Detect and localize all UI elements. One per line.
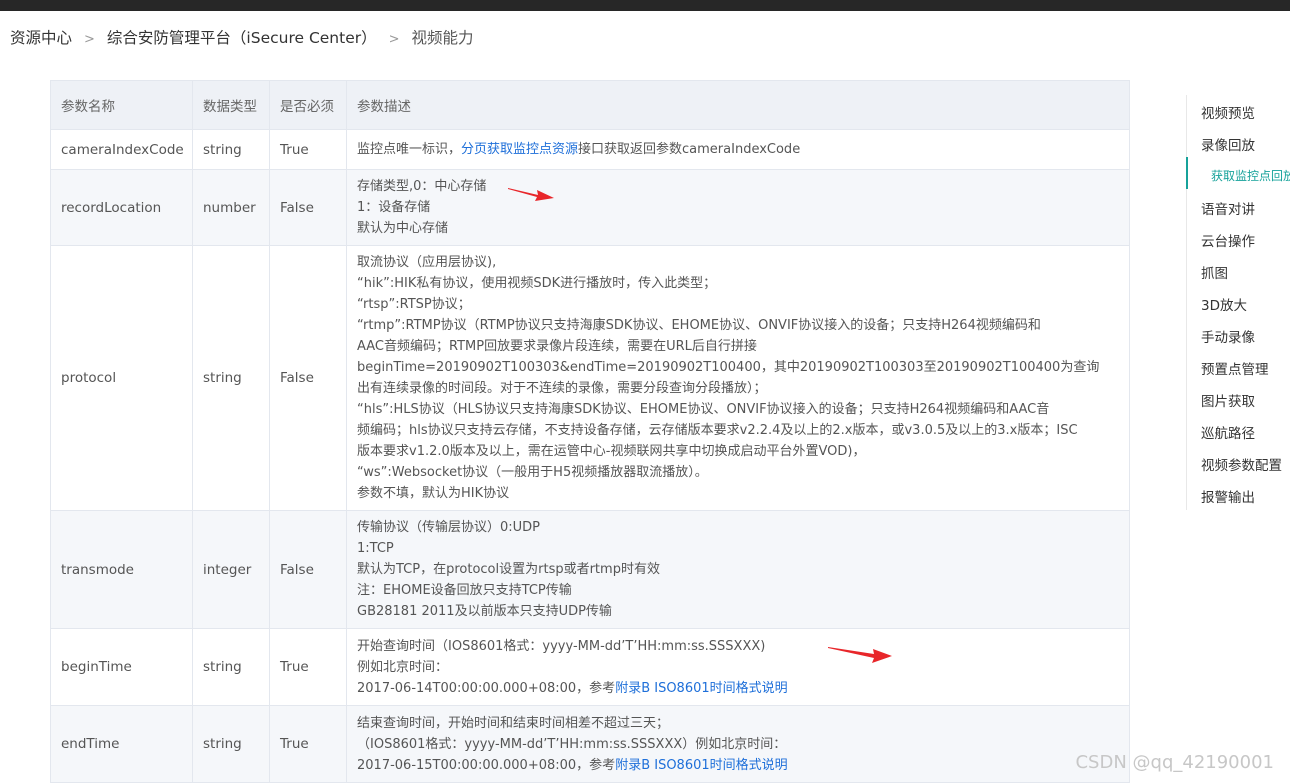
csdn-watermark: CSDN @qq_42190001 xyxy=(1075,752,1274,773)
breadcrumb-item-isecure-center[interactable]: 综合安防管理平台（iSecure Center） xyxy=(107,26,377,48)
desc-line: 取流协议（应用层协议), xyxy=(357,255,497,270)
param-description: 结束查询时间，开始时间和结束时间相差不超过三天； （IOS8601格式：yyyy… xyxy=(346,705,1130,783)
table-row: transmode integer False 传输协议（传输层协议）0:UDP… xyxy=(50,510,1130,629)
breadcrumb-separator: > xyxy=(84,32,95,47)
param-description: 存储类型,0：中心存储 1：设备存储 默认为中心存储 xyxy=(346,169,1130,246)
table-header-row: 参数名称 数据类型 是否必须 参数描述 xyxy=(50,80,1130,130)
param-type: string xyxy=(192,245,270,511)
param-name: transmode xyxy=(50,510,193,629)
param-required: True xyxy=(269,628,347,706)
param-description: 取流协议（应用层协议), “hik”:HIK私有协议，使用视频SDK进行播放时，… xyxy=(346,245,1130,511)
desc-line: （IOS8601格式：yyyy-MM-dd’T’HH:mm:ss.SSSXXX）… xyxy=(357,736,787,752)
link-appendix-b-iso8601[interactable]: 附录B ISO8601时间格式说明 xyxy=(615,681,787,696)
breadcrumb-item-resource-center[interactable]: 资源中心 xyxy=(10,26,72,48)
desc-line: 出有连续录像的时间段。对于不连续的录像，需要分段查询分段播放）； xyxy=(357,381,767,396)
desc-line: 开始查询时间（IOS8601格式：yyyy-MM-dd’T’HH:mm:ss.S… xyxy=(357,638,766,654)
param-required: False xyxy=(269,510,347,629)
table-row: beginTime string True 开始查询时间（IOS8601格式：y… xyxy=(50,628,1130,706)
sidebar-item-alarm-output[interactable]: 报警输出 xyxy=(1201,486,1255,506)
active-indicator xyxy=(1186,157,1188,189)
param-required: False xyxy=(269,169,347,246)
sidebar-nav: 视频预览 录像回放 获取监控点回放 语音对讲 云台操作 抓图 3D放大 手动录像… xyxy=(1186,95,1290,510)
param-name: recordLocation xyxy=(50,169,193,246)
desc-line: 版本要求v1.2.0版本及以上，需在运管中心-视频联网共享中切换成启动平台外置V… xyxy=(357,444,866,459)
desc-line: 默认为中心存储 xyxy=(357,221,449,236)
parameters-table: 参数名称 数据类型 是否必须 参数描述 cameraIndexCode stri… xyxy=(50,80,1130,783)
desc-text: 2017-06-14T00:00:00.000+08:00，参考 xyxy=(357,680,616,696)
breadcrumb-item-video-capability: 视频能力 xyxy=(411,29,474,47)
breadcrumb-separator: > xyxy=(388,32,400,47)
param-type: number xyxy=(192,169,270,246)
desc-line: 例如北京时间： xyxy=(357,659,449,675)
link-paged-camera-resources[interactable]: 分页获取监控点资源 xyxy=(461,142,578,157)
desc-line: 2017-06-14T00:00:00.000+08:00，参考附录B ISO8… xyxy=(357,678,1119,699)
param-name: endTime xyxy=(50,705,193,783)
desc-text: 监控点唯一标识， xyxy=(357,142,462,157)
sidebar-item-video-preview[interactable]: 视频预览 xyxy=(1201,102,1255,122)
param-type: integer xyxy=(192,510,270,629)
param-required: False xyxy=(269,245,347,511)
param-required: True xyxy=(269,129,347,170)
param-description: 开始查询时间（IOS8601格式：yyyy-MM-dd’T’HH:mm:ss.S… xyxy=(346,628,1130,706)
red-arrow-icon xyxy=(508,188,554,201)
sidebar-item-cruise-path[interactable]: 巡航路径 xyxy=(1201,422,1255,442)
sidebar-item-preset-management[interactable]: 预置点管理 xyxy=(1201,358,1269,378)
desc-line: AAC音频编码；RTMP回放要求录像片段连续，需要在URL后自行拼接 xyxy=(357,339,757,354)
breadcrumb: 资源中心 > 综合安防管理平台（iSecure Center） > 视频能力 xyxy=(10,26,474,48)
table-row: protocol string False 取流协议（应用层协议), “hik”… xyxy=(50,245,1130,511)
desc-text: 接口获取返回参数cameraIndexCode xyxy=(578,142,801,157)
desc-text: 2017-06-15T00:00:00.000+08:00，参考 xyxy=(357,757,616,773)
param-description: 传输协议（传输层协议）0:UDP 1:TCP 默认为TCP，在protocol设… xyxy=(346,510,1130,629)
desc-line: GB28181 2011及以前版本只支持UDP传输 xyxy=(357,604,612,619)
sidebar-item-get-camera-playback[interactable]: 获取监控点回放 xyxy=(1211,167,1290,184)
desc-line: 1:TCP xyxy=(357,541,394,556)
param-required: True xyxy=(269,705,347,783)
sidebar-item-voice-talk[interactable]: 语音对讲 xyxy=(1201,198,1255,218)
header-param-name: 参数名称 xyxy=(50,80,193,130)
desc-line: 2017-06-15T00:00:00.000+08:00，参考附录B ISO8… xyxy=(357,755,1119,776)
link-appendix-b-iso8601[interactable]: 附录B ISO8601时间格式说明 xyxy=(615,758,787,773)
desc-line: 默认为TCP，在protocol设置为rtsp或者rtmp时有效 xyxy=(357,562,660,577)
desc-line: “hik”:HIK私有协议，使用视频SDK进行播放时，传入此类型； xyxy=(357,276,717,291)
sidebar-item-manual-record[interactable]: 手动录像 xyxy=(1201,326,1255,346)
sidebar-item-video-params[interactable]: 视频参数配置 xyxy=(1201,454,1282,474)
sidebar-item-capture[interactable]: 抓图 xyxy=(1201,262,1228,282)
param-type: string xyxy=(192,129,270,170)
table-row: cameraIndexCode string True 监控点唯一标识，分页获取… xyxy=(50,129,1130,170)
desc-line: 注：EHOME设备回放只支持TCP传输 xyxy=(357,583,572,598)
table-row: recordLocation number False 存储类型,0：中心存储 … xyxy=(50,169,1130,246)
desc-line: 频编码；hls协议只支持云存储，不支持设备存储，云存储版本要求v2.2.4及以上… xyxy=(357,423,1078,438)
param-name: beginTime xyxy=(50,628,193,706)
red-arrow-icon xyxy=(828,647,892,663)
param-name: protocol xyxy=(50,245,193,511)
sidebar-item-ptz-control[interactable]: 云台操作 xyxy=(1201,230,1255,250)
header-description: 参数描述 xyxy=(346,80,1130,130)
desc-line: 参数不填，默认为HIK协议 xyxy=(357,486,510,501)
param-type: string xyxy=(192,628,270,706)
desc-line: 1：设备存储 xyxy=(357,200,431,215)
table-row: endTime string True 结束查询时间，开始时间和结束时间相差不超… xyxy=(50,705,1130,783)
desc-line: beginTime=20190902T100303&endTime=201909… xyxy=(357,360,1100,375)
header-required: 是否必须 xyxy=(269,80,347,130)
desc-line: 结束查询时间，开始时间和结束时间相差不超过三天； xyxy=(357,715,670,731)
sidebar-item-3d-zoom[interactable]: 3D放大 xyxy=(1201,294,1247,314)
desc-line: “ws”:Websocket协议（一般用于H5视频播放器取流播放）。 xyxy=(357,465,708,480)
desc-line: 存储类型,0：中心存储 xyxy=(357,179,487,194)
desc-line: “hls”:HLS协议（HLS协议只支持海康SDK协议、EHOME协议、ONVI… xyxy=(357,402,1050,417)
top-bar xyxy=(0,0,1290,11)
sidebar-item-image-fetch[interactable]: 图片获取 xyxy=(1201,390,1255,410)
desc-line: “rtmp”:RTMP协议（RTMP协议只支持海康SDK协议、EHOME协议、O… xyxy=(357,318,1041,333)
desc-line: “rtsp”:RTSP协议； xyxy=(357,297,471,312)
header-data-type: 数据类型 xyxy=(192,80,270,130)
param-description: 监控点唯一标识，分页获取监控点资源接口获取返回参数cameraIndexCode xyxy=(346,129,1130,170)
desc-line: 传输协议（传输层协议）0:UDP xyxy=(357,520,541,535)
param-type: string xyxy=(192,705,270,783)
param-name: cameraIndexCode xyxy=(50,129,193,170)
sidebar-item-playback[interactable]: 录像回放 xyxy=(1201,134,1255,154)
